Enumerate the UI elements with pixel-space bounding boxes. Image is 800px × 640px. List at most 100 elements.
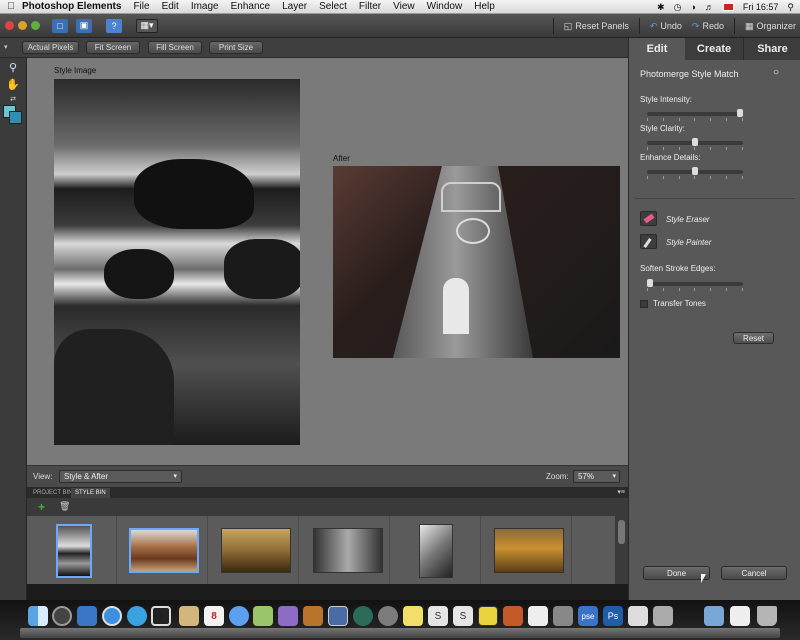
trash-icon[interactable] — [757, 606, 777, 626]
view-dropdown[interactable]: Style & After ▾ — [59, 470, 182, 483]
thumbnail-church-facade[interactable] — [313, 528, 383, 573]
tab-project-bin[interactable]: PROJECT BIN — [29, 488, 77, 498]
menu-view[interactable]: View — [393, 1, 415, 12]
style-painter-label[interactable]: Style Painter — [666, 238, 711, 247]
imovie-icon[interactable] — [278, 606, 298, 626]
menu-file[interactable]: File — [133, 1, 149, 12]
menu-layer[interactable]: Layer — [282, 1, 307, 12]
utility-icon[interactable] — [653, 606, 673, 626]
menu-select[interactable]: Select — [319, 1, 347, 12]
ical-icon[interactable]: 8 — [204, 606, 224, 626]
skype2-icon[interactable]: S — [453, 606, 473, 626]
textedit-icon[interactable] — [528, 606, 548, 626]
documents-icon[interactable] — [730, 606, 750, 626]
lightbulb-icon[interactable]: ○ — [773, 67, 779, 78]
system-preferences-icon[interactable] — [378, 606, 398, 626]
cancel-button[interactable]: Cancel — [721, 566, 787, 580]
zoom-tool-icon[interactable]: ⚲ — [4, 61, 22, 75]
bin-cell-6[interactable] — [482, 516, 572, 584]
zoom-window-icon[interactable] — [31, 21, 40, 30]
folder-icon[interactable] — [704, 606, 724, 626]
minimize-window-icon[interactable] — [18, 21, 27, 30]
swap-colors-icon[interactable]: ⇄ — [4, 95, 22, 103]
menu-help[interactable]: Help — [474, 1, 495, 12]
language-flag-icon[interactable] — [722, 3, 734, 11]
skype-icon[interactable]: S — [428, 606, 448, 626]
dashboard-icon[interactable] — [52, 606, 72, 626]
thumbnail-tree-landscape[interactable] — [494, 528, 564, 573]
wifi-icon[interactable]: ◑ — [690, 2, 695, 12]
bin-menu-icon[interactable]: ▾≡ — [617, 488, 625, 496]
widget-icon[interactable] — [478, 606, 498, 626]
save-icon[interactable]: ▣ — [76, 18, 92, 33]
transfer-tones-label[interactable]: Transfer Tones — [653, 299, 706, 308]
iphoto-icon[interactable] — [253, 606, 273, 626]
finder-icon[interactable] — [28, 606, 48, 626]
done-button[interactable]: Done — [643, 566, 710, 580]
app-icon[interactable] — [503, 606, 523, 626]
style-intensity-knob[interactable] — [737, 109, 743, 117]
bin-scroll-thumb[interactable] — [618, 520, 625, 544]
style-clarity-slider[interactable] — [647, 138, 743, 150]
tab-edit[interactable]: Edit — [629, 38, 685, 60]
style-intensity-slider[interactable] — [647, 109, 743, 121]
menu-image[interactable]: Image — [191, 1, 219, 12]
transfer-tones-checkbox[interactable] — [640, 300, 648, 308]
fit-screen-button[interactable]: Fit Screen — [86, 41, 140, 54]
bin-cell-1[interactable] — [27, 516, 117, 584]
add-style-icon[interactable]: + — [38, 500, 45, 514]
bluetooth-icon[interactable]: ✱ — [657, 2, 665, 13]
enhance-details-knob[interactable] — [692, 167, 698, 175]
menu-edit[interactable]: Edit — [162, 1, 179, 12]
style-painter-button[interactable] — [640, 234, 657, 249]
undo-button[interactable]: ↶ Undo — [650, 21, 682, 32]
bridge-icon[interactable] — [628, 606, 648, 626]
soften-stroke-edges-slider[interactable] — [647, 279, 743, 291]
history-icon[interactable]: ◷ — [674, 2, 682, 13]
menu-enhance[interactable]: Enhance — [231, 1, 270, 12]
garageband-icon[interactable] — [303, 606, 323, 626]
style-eraser-label[interactable]: Style Eraser — [666, 215, 710, 224]
fill-screen-button[interactable]: Fill Screen — [148, 41, 202, 54]
stickies-icon[interactable] — [403, 606, 423, 626]
pse-icon[interactable]: pse — [578, 606, 598, 626]
apple-menu-icon[interactable]:  — [0, 1, 22, 12]
soften-stroke-edges-knob[interactable] — [647, 279, 653, 287]
volume-icon[interactable]: ♬ — [705, 2, 714, 12]
safari-icon[interactable] — [102, 606, 122, 626]
time-machine-icon[interactable] — [353, 606, 373, 626]
tab-style-bin[interactable]: STYLE BIN — [71, 488, 110, 498]
reset-button[interactable]: Reset — [733, 332, 774, 344]
hand-tool-icon[interactable]: ✋ — [4, 78, 22, 92]
tab-create[interactable]: Create — [685, 38, 743, 60]
redo-button[interactable]: ↷ Redo — [692, 21, 724, 32]
search-icon[interactable]: ⚲ — [787, 2, 794, 13]
itunes-icon[interactable] — [229, 606, 249, 626]
photo-booth-icon[interactable] — [151, 606, 171, 626]
thumbnail-portrait-bw[interactable] — [419, 524, 453, 578]
enhance-details-slider[interactable] — [647, 167, 743, 179]
delete-style-icon[interactable]: 🗑 — [59, 501, 70, 512]
close-window-icon[interactable] — [5, 21, 14, 30]
app-menu[interactable]: Photoshop Elements — [22, 1, 121, 12]
bin-cell-2[interactable] — [118, 516, 208, 584]
menu-filter[interactable]: Filter — [359, 1, 381, 12]
open-folder-icon[interactable]: □ — [52, 18, 68, 33]
style-clarity-knob[interactable] — [692, 138, 698, 146]
preview-icon[interactable] — [77, 606, 97, 626]
bin-cell-5[interactable] — [391, 516, 481, 584]
canvas-area[interactable]: Style Image After — [27, 58, 628, 465]
photoshop-icon[interactable]: Ps — [603, 606, 623, 626]
arrange-layout-icon[interactable]: ▦▾ — [136, 18, 158, 33]
tab-share[interactable]: Share — [743, 38, 800, 60]
bin-cell-3[interactable] — [209, 516, 299, 584]
help-icon[interactable]: ? — [106, 18, 122, 33]
thumbnail-sepia-landscape[interactable] — [221, 528, 291, 573]
bin-scrollbar[interactable] — [615, 516, 628, 584]
organizer-button[interactable]: ▦ Organizer — [745, 21, 796, 32]
color-swatch-icon[interactable] — [3, 105, 23, 125]
spaces-icon[interactable] — [328, 606, 348, 626]
style-eraser-button[interactable] — [640, 211, 657, 226]
address-book-icon[interactable] — [179, 606, 199, 626]
zoom-dropdown[interactable]: 57% ▾ — [573, 470, 620, 483]
